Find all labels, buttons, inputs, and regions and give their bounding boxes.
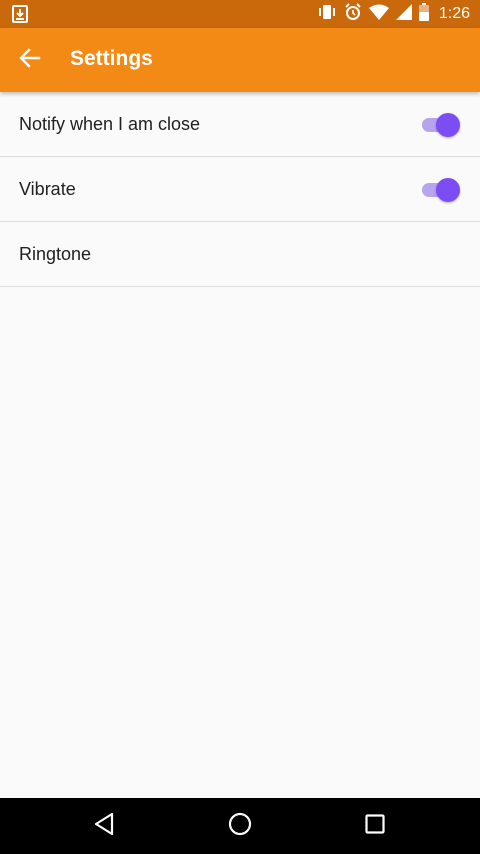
- setting-label: Vibrate: [19, 179, 76, 199]
- setting-ringtone[interactable]: Ringtone: [0, 222, 480, 287]
- recents-square-icon: [365, 813, 385, 839]
- page-title: Settings: [70, 47, 153, 70]
- setting-label: Ringtone: [19, 244, 92, 264]
- status-time: 1:26: [438, 5, 470, 22]
- nav-back-button[interactable]: [90, 812, 118, 840]
- nav-recents-button[interactable]: [361, 812, 389, 840]
- setting-vibrate[interactable]: Vibrate: [0, 157, 480, 222]
- status-bar: 1:26: [0, 0, 480, 28]
- settings-list: Notify when I am close Vibrate Ringtone: [0, 92, 480, 287]
- download-icon: [12, 5, 28, 23]
- signal-icon: [395, 3, 412, 25]
- vibrate-icon: [317, 4, 337, 25]
- back-button[interactable]: [16, 46, 44, 74]
- toggle-thumb: [436, 113, 460, 137]
- nav-home-button[interactable]: [226, 812, 254, 840]
- toggle-thumb: [436, 178, 460, 202]
- setting-notify-close[interactable]: Notify when I am close: [0, 92, 480, 157]
- notify-close-toggle[interactable]: [420, 113, 460, 137]
- arrow-back-icon: [19, 47, 41, 73]
- battery-icon: [418, 2, 429, 26]
- home-circle-icon: [228, 812, 252, 841]
- setting-label: Notify when I am close: [19, 114, 201, 134]
- alarm-icon: [344, 2, 362, 26]
- back-triangle-icon: [93, 812, 115, 841]
- navigation-bar: [0, 798, 480, 854]
- wifi-icon: [368, 4, 389, 25]
- vibrate-toggle[interactable]: [420, 178, 460, 202]
- app-bar: Settings: [0, 28, 480, 92]
